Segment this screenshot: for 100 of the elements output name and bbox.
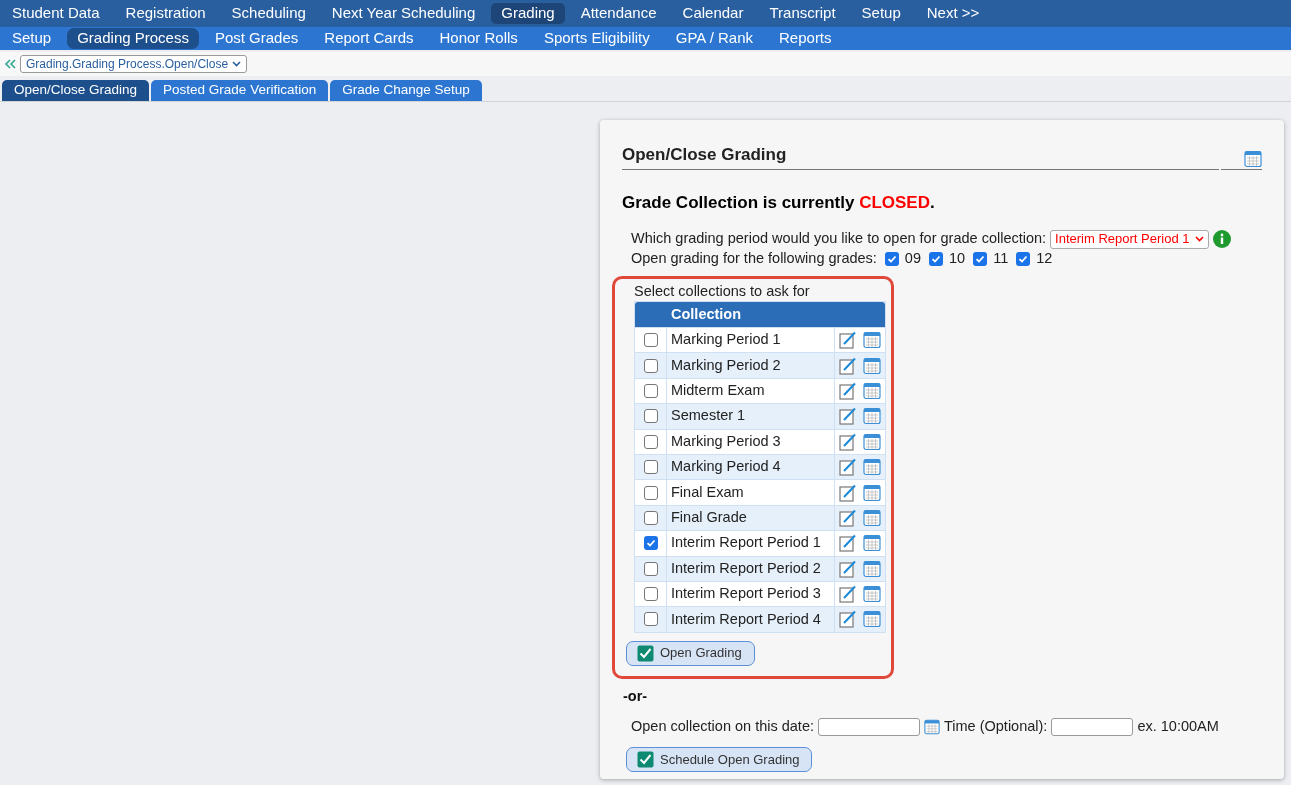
menu-item[interactable]: Grading: [491, 3, 565, 24]
info-icon[interactable]: [1212, 230, 1231, 248]
status-text: Grade Collection is currently CLOSED.: [622, 191, 936, 214]
checkbox[interactable]: [643, 561, 658, 576]
checkbox[interactable]: [643, 409, 658, 424]
checkbox[interactable]: [643, 536, 658, 551]
check-icon: [975, 254, 986, 264]
check-icon: [1018, 254, 1029, 264]
field-label: Which grading period would you like to open for grade collection:: [631, 229, 1047, 249]
calendar-icon[interactable]: [863, 432, 881, 451]
menu-item[interactable]: Scheduling: [221, 3, 316, 24]
section-label: Select collections to ask for: [634, 283, 811, 300]
calendar-icon[interactable]: [863, 559, 881, 578]
edit-icon[interactable]: [839, 483, 857, 502]
calendar-icon[interactable]: [863, 483, 881, 502]
edit-icon[interactable]: [839, 432, 857, 451]
menu-item[interactable]: Registration: [115, 3, 216, 24]
menu-item[interactable]: Attendance: [570, 3, 667, 24]
tab[interactable]: Posted Grade Verification: [151, 80, 329, 101]
checkbox[interactable]: [643, 434, 658, 449]
period-dropdown[interactable]: Interim Report Period 1: [1050, 229, 1209, 249]
table-cell-text: Marking Period 2: [671, 355, 781, 375]
calendar-icon[interactable]: [863, 458, 881, 477]
calendar-icon[interactable]: [863, 381, 881, 400]
calendar-icon[interactable]: [863, 508, 881, 527]
table-cell-text: Semester 1: [671, 406, 746, 426]
menu-item[interactable]: Sports Eligibility: [533, 28, 660, 49]
check-icon: [637, 751, 654, 769]
table-cell-text: Final Exam: [671, 482, 744, 502]
table-cell-text: Interim Report Period 2: [671, 558, 821, 578]
calendar-icon[interactable]: [863, 331, 881, 350]
time-field[interactable]: [1051, 718, 1134, 737]
menu-item[interactable]: Report Cards: [314, 28, 424, 49]
edit-icon[interactable]: [839, 508, 857, 527]
edit-icon[interactable]: [839, 585, 857, 604]
checkbox-label: 12: [1036, 249, 1053, 269]
calendar-icon[interactable]: [863, 534, 881, 553]
checkbox[interactable]: [643, 333, 658, 348]
menu-item[interactable]: Next >>: [916, 3, 990, 24]
check-icon: [931, 254, 941, 264]
check-icon: [637, 644, 654, 662]
table-cell-text: Interim Report Period 1: [671, 533, 821, 553]
breadcrumb-dropdown[interactable]: Grading.Grading Process.Open/Close: [20, 55, 248, 73]
edit-icon[interactable]: [839, 356, 857, 375]
tab[interactable]: Grade Change Setup: [330, 80, 482, 101]
menu-item[interactable]: Student Data: [2, 3, 110, 24]
checkbox[interactable]: [643, 510, 658, 525]
chevron-down-icon: [1194, 236, 1204, 242]
menu-item[interactable]: Transcript: [759, 3, 846, 24]
panel-title: Open/Close Grading: [622, 142, 1219, 170]
edit-icon[interactable]: [839, 331, 857, 350]
menu-item[interactable]: Honor Rolls: [429, 28, 528, 49]
edit-icon[interactable]: [839, 458, 857, 477]
checkbox[interactable]: [643, 358, 658, 373]
calendar-icon[interactable]: [863, 585, 881, 604]
field-label: Open collection on this date:: [631, 717, 814, 737]
tab[interactable]: Open/Close Grading: [2, 80, 150, 101]
menu-item[interactable]: Post Grades: [204, 28, 309, 49]
checkbox[interactable]: [643, 460, 658, 475]
edit-icon[interactable]: [839, 381, 857, 400]
table-cell-text: Midterm Exam: [671, 381, 765, 401]
checkbox[interactable]: [973, 252, 988, 266]
table-cell-text: Marking Period 4: [671, 457, 781, 477]
checkbox[interactable]: [643, 383, 658, 398]
checkbox[interactable]: [643, 587, 658, 602]
double-chevron-icon[interactable]: [4, 59, 16, 69]
edit-icon[interactable]: [839, 610, 857, 629]
menu-item[interactable]: Setup: [851, 3, 911, 24]
calendar-icon[interactable]: [863, 356, 881, 375]
menu-item[interactable]: GPA / Rank: [665, 28, 763, 49]
chevron-down-icon: [232, 61, 242, 67]
menu-item[interactable]: Calendar: [672, 3, 754, 24]
menu-item[interactable]: Reports: [769, 28, 842, 49]
calendar-icon[interactable]: [863, 407, 881, 426]
checkbox[interactable]: [643, 612, 658, 627]
checkbox[interactable]: [884, 252, 899, 266]
button[interactable]: Open Grading: [626, 640, 755, 666]
checkbox[interactable]: [929, 252, 943, 266]
date-field[interactable]: [818, 718, 920, 737]
checkbox[interactable]: [643, 485, 658, 500]
table-cell-text: Marking Period 1: [671, 330, 781, 350]
edit-icon[interactable]: [839, 534, 857, 553]
check-icon: [886, 254, 897, 264]
calendar-icon[interactable]: [863, 610, 881, 629]
menu-item[interactable]: Next Year Scheduling: [321, 3, 486, 24]
hint-text: ex. 10:00AM: [1137, 717, 1219, 737]
menu-item[interactable]: Setup: [2, 28, 62, 49]
check-icon: [645, 538, 656, 549]
button[interactable]: Schedule Open Grading: [626, 747, 813, 773]
or-text: -or-: [622, 686, 649, 706]
table-cell-text: Marking Period 3: [671, 431, 781, 451]
calendar-icon[interactable]: [924, 719, 940, 736]
edit-icon[interactable]: [839, 559, 857, 578]
menu-item[interactable]: Grading Process: [67, 28, 199, 49]
field-label: Time (Optional):: [944, 717, 1048, 737]
checkbox[interactable]: [1016, 252, 1031, 266]
calendar-icon[interactable]: [1244, 149, 1262, 168]
edit-icon[interactable]: [839, 407, 857, 426]
checkbox-label: 09: [904, 249, 921, 269]
column-header: Collection: [670, 304, 742, 324]
